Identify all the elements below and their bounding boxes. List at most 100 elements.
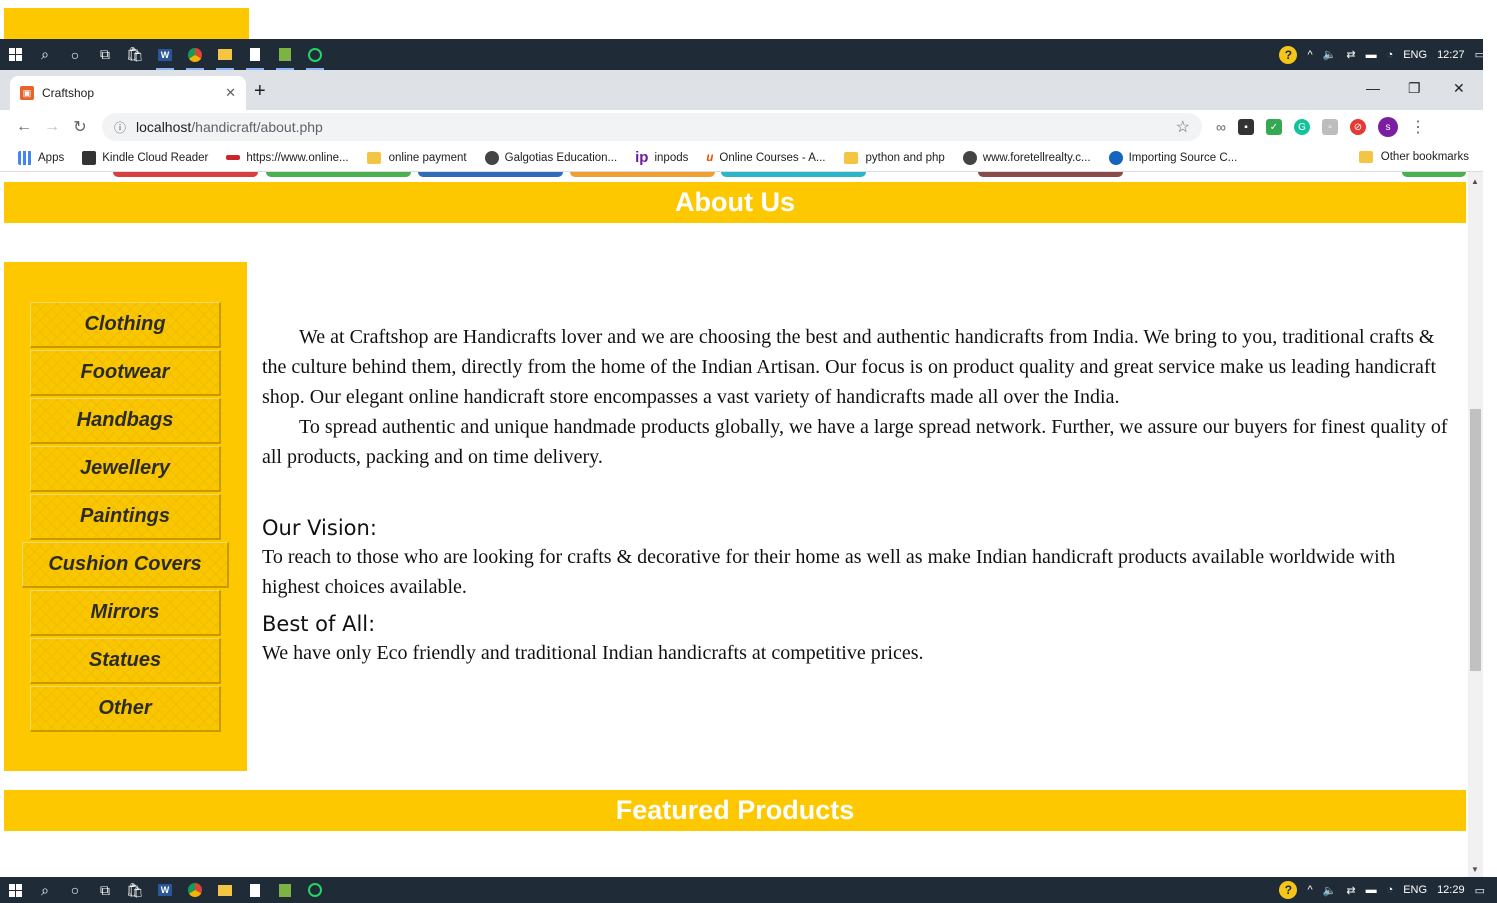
menu-kebab-icon[interactable]: ⋮ <box>1410 117 1426 137</box>
scrollbar-thumb[interactable] <box>1470 409 1481 671</box>
folder-icon <box>366 151 381 164</box>
tab-strip: ▣ Craftshop ✕ + — ❐ ✕ <box>0 70 1497 110</box>
bookmark-online-payment[interactable]: online payment <box>366 151 467 164</box>
bookmark-star-icon[interactable]: ☆ <box>1176 117 1190 137</box>
volume-icon[interactable]: 🔈 <box>1323 48 1337 61</box>
task-view-icon[interactable]: ⧉ <box>90 877 120 903</box>
notepad-icon[interactable] <box>240 877 270 903</box>
page-scrollbar[interactable]: ▲ ▼ <box>1468 172 1483 877</box>
bookmark-online[interactable]: https://www.online... <box>226 152 349 164</box>
source-icon <box>1108 150 1123 165</box>
back-icon[interactable]: ← <box>10 118 38 136</box>
battery-icon[interactable]: ▬ <box>1366 49 1377 61</box>
battery-icon[interactable]: ▬ <box>1366 884 1377 896</box>
close-window-icon[interactable]: ✕ <box>1453 80 1465 97</box>
scroll-up-icon[interactable]: ▲ <box>1471 177 1479 186</box>
cortana-icon[interactable]: ○ <box>60 877 90 903</box>
screen: ▼ ⌕ ○ ⧉ 🛍 W ? ^ 🔈 ⇄ ▬ ◔ ENG 12:27 ▭ <box>0 0 1497 903</box>
yellow-block <box>4 8 249 39</box>
about-paragraph-1: We at Craftshop are Handicrafts lover an… <box>262 326 1437 408</box>
shield-icon[interactable]: ✓ <box>1265 119 1282 135</box>
bookmark-galgotias[interactable]: Galgotias Education... <box>484 150 617 165</box>
search-icon[interactable]: ⌕ <box>30 39 60 70</box>
taskbar-bottom: ⌕ ○ ⧉ 🛍 W ? ^ 🔈 ⇄ ▬ ◔ ENG 12:29 ▭ <box>0 877 1497 903</box>
globe-icon <box>962 150 977 165</box>
url-host: localhost <box>136 119 192 135</box>
close-tab-icon[interactable]: ✕ <box>225 85 236 101</box>
sidebar-item-footwear[interactable]: Footwear <box>30 350 221 396</box>
bookmark-apps[interactable]: Apps <box>18 150 64 165</box>
editor-icon[interactable] <box>270 39 300 70</box>
sidebar-item-handbags[interactable]: Handbags <box>30 398 221 444</box>
chrome-icon[interactable] <box>180 877 210 903</box>
minimize-icon[interactable]: — <box>1366 80 1380 96</box>
notepad-icon[interactable] <box>240 39 270 70</box>
sidebar-item-paintings[interactable]: Paintings <box>30 494 221 540</box>
new-tab-icon[interactable]: + <box>254 80 266 103</box>
nav-remnant <box>1402 172 1466 177</box>
address-bar[interactable]: ⓘ localhost/handicraft/about.php ☆ <box>102 113 1202 141</box>
bookmark-kindle[interactable]: Kindle Cloud Reader <box>82 150 208 165</box>
reload-icon[interactable]: ↻ <box>66 117 94 137</box>
profile-avatar[interactable]: s <box>1377 117 1398 137</box>
language-indicator[interactable]: ENG <box>1403 49 1427 61</box>
infinity-extension-icon[interactable]: ∞ <box>1216 119 1226 135</box>
featured-products-heading: Featured Products <box>4 790 1466 831</box>
clipboard-extension-icon[interactable]: ▫ <box>1321 119 1338 135</box>
sidebar-item-jewellery[interactable]: Jewellery <box>30 446 221 492</box>
help-icon[interactable]: ? <box>1279 881 1298 899</box>
whatsapp-icon[interactable] <box>300 39 330 70</box>
tab-title: Craftshop <box>42 86 95 100</box>
sidebar-item-cushion-covers[interactable]: Cushion Covers <box>22 542 229 588</box>
bookmark-importing-source[interactable]: Importing Source C... <box>1108 150 1237 165</box>
editor-icon[interactable] <box>270 877 300 903</box>
whatsapp-icon[interactable] <box>300 877 330 903</box>
windows-start-icon[interactable] <box>0 877 30 903</box>
cortana-icon[interactable]: ○ <box>60 39 90 70</box>
scroll-down-icon[interactable]: ▼ <box>1471 865 1479 874</box>
file-explorer-icon[interactable] <box>210 39 240 70</box>
word-icon[interactable]: W <box>150 877 180 903</box>
chevron-up-icon[interactable]: ^ <box>1307 884 1312 896</box>
search-icon[interactable]: ⌕ <box>30 877 60 903</box>
bookmark-online-courses[interactable]: u Online Courses - A... <box>706 152 825 164</box>
clock[interactable]: 12:29 <box>1437 884 1465 896</box>
wifi-icon[interactable]: ◔ <box>1387 49 1394 61</box>
restore-icon[interactable]: ❐ <box>1408 80 1421 97</box>
kindle-icon <box>82 150 97 165</box>
notifications-icon[interactable]: ▭ <box>1475 884 1485 897</box>
volume-icon[interactable]: 🔈 <box>1323 884 1337 897</box>
windows-start-icon[interactable] <box>0 39 30 70</box>
bookmark-foretell[interactable]: www.foretellrealty.c... <box>962 150 1091 165</box>
folder-icon <box>843 151 858 164</box>
grammarly-icon[interactable]: G <box>1293 119 1310 135</box>
clock[interactable]: 12:27 <box>1437 49 1465 61</box>
word-icon[interactable]: W <box>150 39 180 70</box>
chrome-icon[interactable] <box>180 39 210 70</box>
file-explorer-icon[interactable] <box>210 877 240 903</box>
bookmark-python-php[interactable]: python and php <box>843 151 945 164</box>
udemy-icon: u <box>706 151 714 164</box>
tab-craftshop[interactable]: ▣ Craftshop ✕ <box>10 76 246 110</box>
chevron-up-icon[interactable]: ^ <box>1307 49 1312 61</box>
language-indicator[interactable]: ENG <box>1403 884 1427 896</box>
task-view-icon[interactable]: ⧉ <box>90 39 120 70</box>
bookmark-other[interactable]: Other bookmarks <box>1358 151 1469 163</box>
site-info-icon[interactable]: ⓘ <box>114 119 126 136</box>
sidebar-item-mirrors[interactable]: Mirrors <box>30 590 221 636</box>
store-icon[interactable]: 🛍 <box>120 877 150 903</box>
block-extension-icon[interactable]: ⊘ <box>1349 119 1366 135</box>
sidebar-item-other[interactable]: Other <box>30 686 221 732</box>
forward-icon[interactable]: → <box>38 118 66 136</box>
network-icon[interactable]: ⇄ <box>1346 884 1355 897</box>
extension-badge-icon[interactable]: ▪ <box>1237 119 1254 135</box>
sidebar-item-clothing[interactable]: Clothing <box>30 302 221 348</box>
sidebar-item-statues[interactable]: Statues <box>30 638 221 684</box>
help-icon[interactable]: ? <box>1279 45 1298 64</box>
category-sidebar: Clothing Footwear Handbags Jewellery Pai… <box>4 262 247 771</box>
craftshop-favicon-icon: ▣ <box>20 86 34 100</box>
network-icon[interactable]: ⇄ <box>1346 48 1355 61</box>
wifi-icon[interactable]: ◔ <box>1387 884 1394 896</box>
bookmark-inpods[interactable]: ip inpods <box>635 149 688 166</box>
store-icon[interactable]: 🛍 <box>120 39 150 70</box>
